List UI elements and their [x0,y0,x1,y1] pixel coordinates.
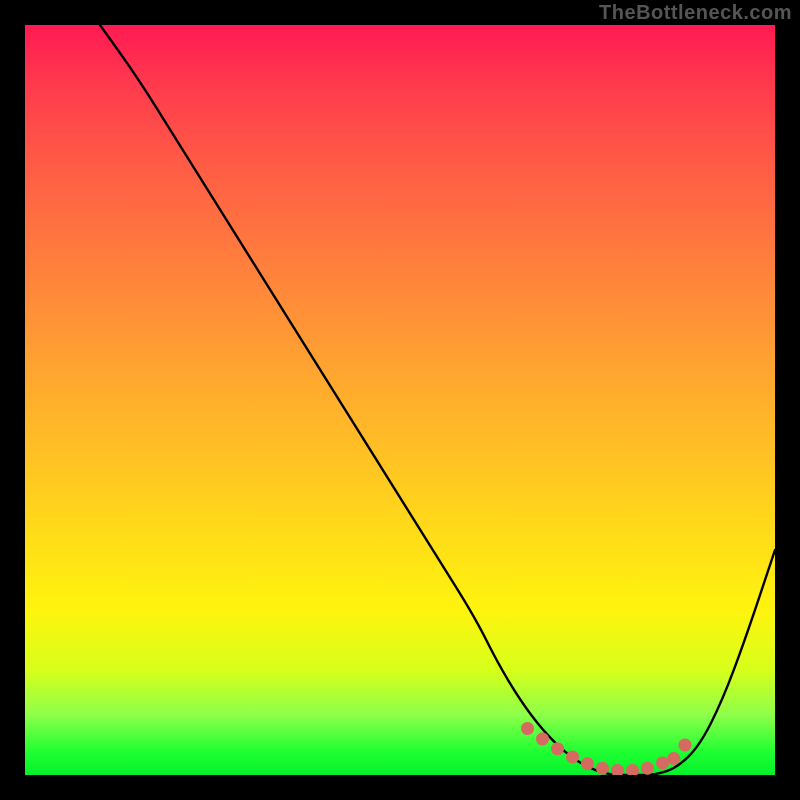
marker-dot [667,752,680,765]
marker-dot [536,733,549,746]
watermark-text: TheBottleneck.com [599,2,792,25]
marker-dot [611,764,624,775]
marker-dot [581,757,594,770]
marker-dot [641,762,654,775]
chart-svg [25,25,775,775]
marker-dot [656,757,669,770]
marker-dot [551,742,564,755]
optimal-range-dots [521,722,692,775]
marker-dot [521,722,534,735]
marker-dot [566,751,579,764]
marker-dot [596,762,609,775]
outer-frame: TheBottleneck.com [0,0,800,800]
bottleneck-curve [100,25,775,775]
marker-dot [679,739,692,752]
gradient-plot-area [25,25,775,775]
marker-dot [626,764,639,775]
